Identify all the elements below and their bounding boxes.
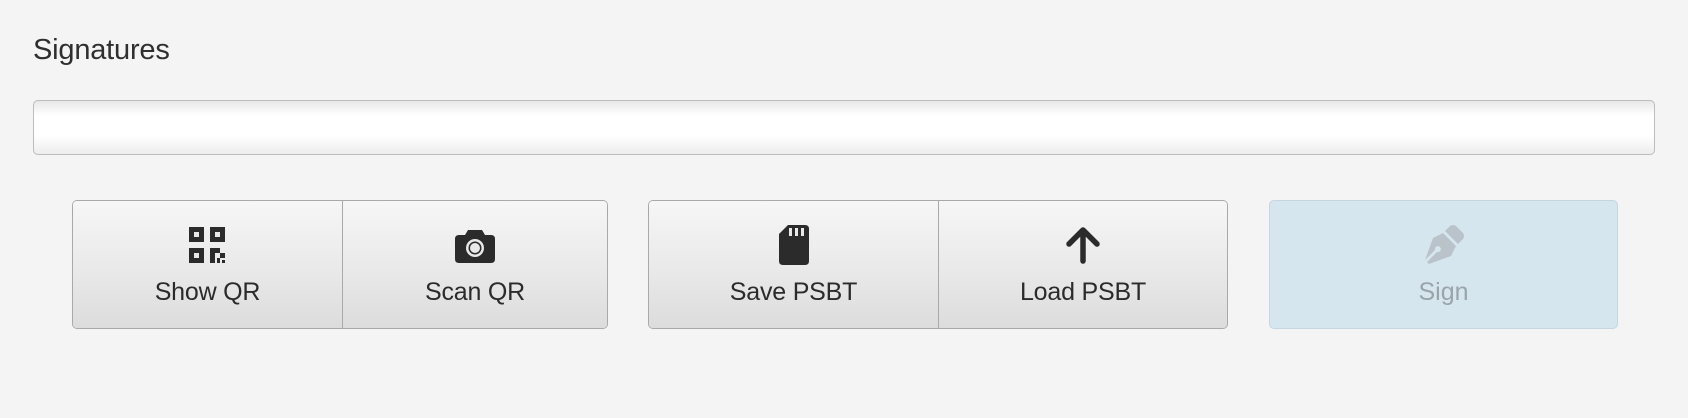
signatures-progress-bar [33, 100, 1655, 155]
pen-nib-icon [1422, 223, 1466, 267]
sign-button[interactable]: Sign [1269, 200, 1618, 329]
show-qr-label: Show QR [154, 278, 261, 306]
scan-qr-label: Scan QR [424, 278, 525, 306]
show-qr-button[interactable]: Show QR [73, 201, 342, 328]
psbt-button-group: Save PSBT Load PSBT [648, 200, 1228, 329]
sign-label: Sign [1418, 278, 1469, 306]
load-psbt-label: Load PSBT [1019, 278, 1147, 306]
qr-button-group: Show QR Scan QR [72, 200, 608, 329]
save-psbt-label: Save PSBT [729, 278, 858, 306]
sd-card-icon [774, 225, 814, 265]
load-psbt-button[interactable]: Load PSBT [938, 201, 1227, 328]
arrow-up-icon [1063, 225, 1103, 265]
qrcode-icon [187, 225, 227, 265]
save-psbt-button[interactable]: Save PSBT [649, 201, 938, 328]
camera-icon [454, 225, 495, 265]
scan-qr-button[interactable]: Scan QR [341, 201, 607, 328]
section-title: Signatures [33, 34, 170, 66]
